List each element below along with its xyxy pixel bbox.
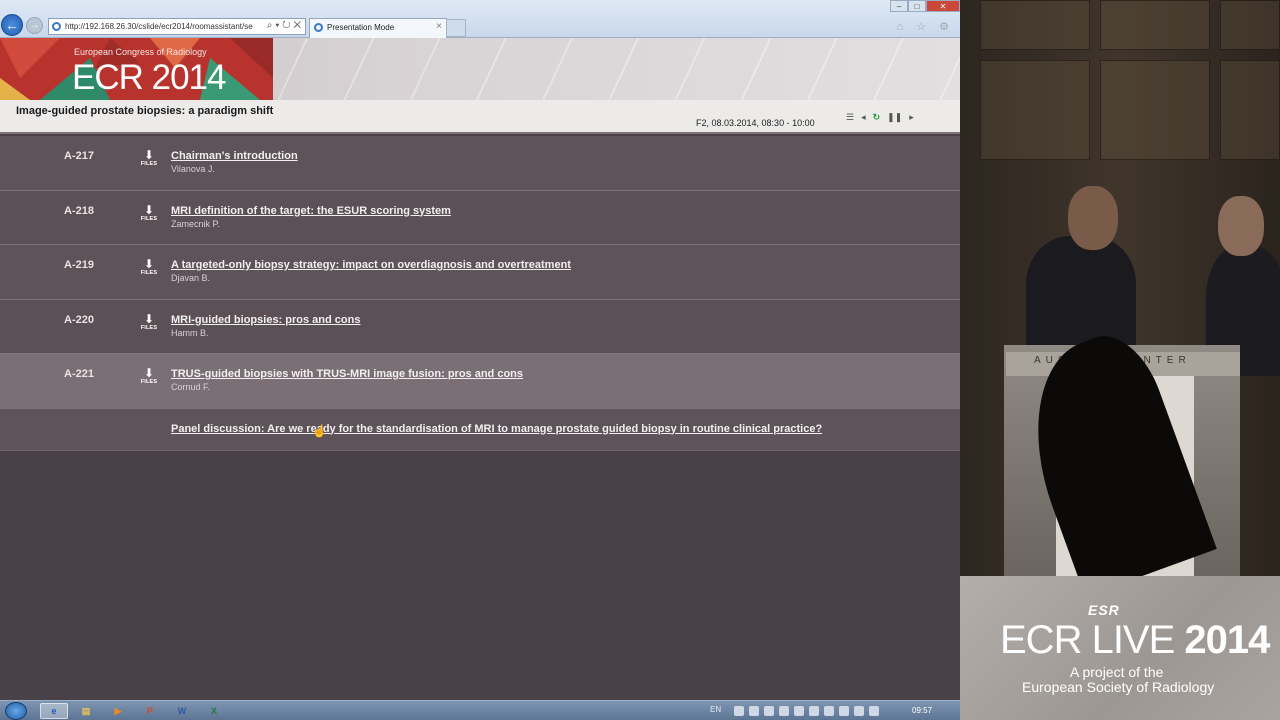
- pause-icon[interactable]: ❚❚: [887, 112, 902, 123]
- ecr-banner: European Congress of Radiology ECR 2014: [0, 38, 960, 100]
- forward-button[interactable]: →: [26, 17, 43, 34]
- presentation-code: A-217: [64, 150, 94, 162]
- mouse-cursor-icon: ☝: [312, 424, 327, 438]
- screen-share: ← → http://192.168.26.30/cslide/ecr2014/…: [0, 0, 960, 720]
- back-button[interactable]: ←: [1, 14, 23, 36]
- taskbar-word-icon[interactable]: W: [168, 703, 196, 719]
- presentation-code: A-219: [64, 259, 94, 271]
- taskbar-media-icon[interactable]: ▶: [104, 703, 132, 719]
- presentation-code: A-221: [64, 368, 94, 380]
- refresh-icon[interactable]: ↻: [873, 112, 881, 123]
- window-controls: – □ ✕: [890, 0, 960, 12]
- ecr-logo: European Congress of Radiology ECR 2014: [0, 38, 273, 100]
- wall-panel: [980, 0, 1090, 50]
- presentation-row: A-217 ⬇ FILES Chairman's introduction Vi…: [0, 136, 960, 191]
- playback-controls: ☰ ◂ ↻ ❚❚ ▸: [846, 112, 914, 123]
- browser-chrome: ← → http://192.168.26.30/cslide/ecr2014/…: [0, 0, 960, 38]
- session-header: Image-guided prostate biopsies: a paradi…: [0, 100, 960, 134]
- taskbar-clock[interactable]: 09:57: [912, 706, 932, 715]
- download-files-button[interactable]: ⬇ FILES: [139, 367, 159, 385]
- browser-tool-icons[interactable]: ⌂ ☆ ⚙: [897, 20, 954, 33]
- tab-close-icon[interactable]: ×: [436, 21, 442, 32]
- download-arrow-icon: ⬇: [143, 311, 155, 326]
- wall-panel: [980, 60, 1090, 160]
- presentation-title-link[interactable]: TRUS-guided biopsies with TRUS-MRI image…: [171, 368, 523, 380]
- files-label: FILES: [140, 379, 158, 385]
- download-files-button[interactable]: ⬇ FILES: [139, 258, 159, 276]
- play-icon[interactable]: ▸: [909, 112, 914, 123]
- address-tools-icons[interactable]: ⌕ ▾ ↻ ✕: [262, 20, 301, 31]
- download-arrow-icon: ⬇: [143, 366, 155, 380]
- presentation-author: Zamecnik P.: [171, 218, 220, 229]
- presentation-title-link[interactable]: MRI-guided biopsies: pros and cons: [171, 314, 360, 326]
- speaker-figure: [1026, 236, 1136, 356]
- address-text: http://192.168.26.30/cslide/ecr2014/room…: [65, 22, 253, 31]
- download-files-button[interactable]: ⬇ FILES: [139, 204, 159, 222]
- ecr-live-year: 2014: [1184, 618, 1270, 662]
- system-tray-icons[interactable]: [734, 706, 879, 716]
- list-icon[interactable]: ☰: [846, 112, 854, 123]
- wall-panel: [1220, 0, 1280, 50]
- presentation-author: Vilanova J.: [171, 164, 215, 174]
- speaker-head: [1068, 186, 1118, 250]
- download-files-button[interactable]: ⬇ FILES: [139, 313, 159, 331]
- ecr-live-branding: ESR ECR LIVE 2014 A project of the Europ…: [960, 576, 1280, 720]
- maximize-button[interactable]: □: [908, 0, 926, 12]
- start-button[interactable]: [5, 702, 27, 720]
- project-line-2: European Society of Radiology: [1022, 679, 1215, 695]
- download-arrow-icon: ⬇: [143, 202, 155, 217]
- minimize-button[interactable]: –: [890, 0, 908, 12]
- download-arrow-icon: ⬇: [143, 257, 155, 271]
- taskbar-excel-icon[interactable]: X: [200, 703, 228, 719]
- presentation-list: A-217 ⬇ FILES Chairman's introduction Vi…: [0, 136, 960, 451]
- presentation-row: A-220 ⬇ FILES MRI-guided biopsies: pros …: [0, 299, 960, 354]
- previous-icon[interactable]: ◂: [861, 112, 866, 123]
- presentation-row: A-219 ⬇ FILES A targeted-only biopsy str…: [0, 245, 960, 300]
- presentation-row: A-218 ⬇ FILES MRI definition of the targ…: [0, 190, 960, 245]
- ie-icon: [52, 22, 61, 31]
- taskbar-explorer-icon[interactable]: ▤: [72, 703, 100, 719]
- project-line-1: A project of the: [1070, 664, 1164, 680]
- ecr-live-text: ECR LIVE: [1000, 618, 1185, 662]
- presentation-author: Hamm B.: [171, 327, 209, 338]
- wall-panel: [1100, 60, 1210, 160]
- taskbar-ie-icon[interactable]: e: [40, 703, 68, 719]
- presentation-code: A-220: [64, 313, 94, 326]
- presentation-code: A-218: [64, 204, 94, 217]
- download-files-button[interactable]: ⬇ FILES: [139, 149, 159, 167]
- files-label: FILES: [140, 324, 158, 331]
- address-bar[interactable]: http://192.168.26.30/cslide/ecr2014/room…: [48, 18, 306, 35]
- panel-discussion-link[interactable]: Panel discussion: Are we ready for the s…: [171, 423, 822, 435]
- tab-title: Presentation Mode: [327, 23, 395, 32]
- esr-logo: ESR: [1088, 602, 1120, 618]
- presentation-author: Djavan B.: [171, 273, 211, 283]
- download-arrow-icon: ⬇: [143, 148, 155, 162]
- wall-panel: [1220, 60, 1280, 160]
- ie-icon: [314, 23, 323, 32]
- chairman-head: [1218, 196, 1264, 256]
- files-label: FILES: [140, 270, 158, 276]
- live-video-feed: AUSTRIA CENTER: [960, 0, 1280, 576]
- session-datetime: F2, 08.03.2014, 08:30 - 10:00: [696, 118, 815, 128]
- wall-panel: [1100, 0, 1210, 50]
- tab-presentation-mode[interactable]: Presentation Mode ×: [309, 18, 447, 38]
- windows-taskbar: e ▤ ▶ P W X EN 09:57: [0, 700, 960, 720]
- presentation-title-link[interactable]: Chairman's introduction: [171, 150, 298, 162]
- files-label: FILES: [140, 161, 158, 167]
- congress-subtitle: European Congress of Radiology: [74, 47, 207, 57]
- close-window-button[interactable]: ✕: [926, 0, 960, 12]
- presentation-title-link[interactable]: A targeted-only biopsy strategy: impact …: [171, 259, 571, 271]
- ecr-live-title: ECR LIVE 2014: [1000, 618, 1270, 663]
- ecr-logo-text: ECR 2014: [72, 58, 226, 97]
- taskbar-powerpoint-icon[interactable]: P: [136, 703, 164, 719]
- language-indicator[interactable]: EN: [710, 705, 721, 714]
- session-title: Image-guided prostate biopsies: a paradi…: [16, 105, 274, 117]
- panel-discussion-row: Panel discussion: Are we ready for the s…: [0, 408, 960, 451]
- new-tab-button[interactable]: [446, 19, 466, 37]
- files-label: FILES: [140, 215, 158, 222]
- presentation-title-link[interactable]: MRI definition of the target: the ESUR s…: [171, 205, 451, 217]
- banner-decoration: [273, 38, 960, 100]
- presentation-row-current: A-221 ⬇ FILES TRUS-guided biopsies with …: [0, 354, 960, 409]
- presentation-author: Cornud F.: [171, 382, 211, 392]
